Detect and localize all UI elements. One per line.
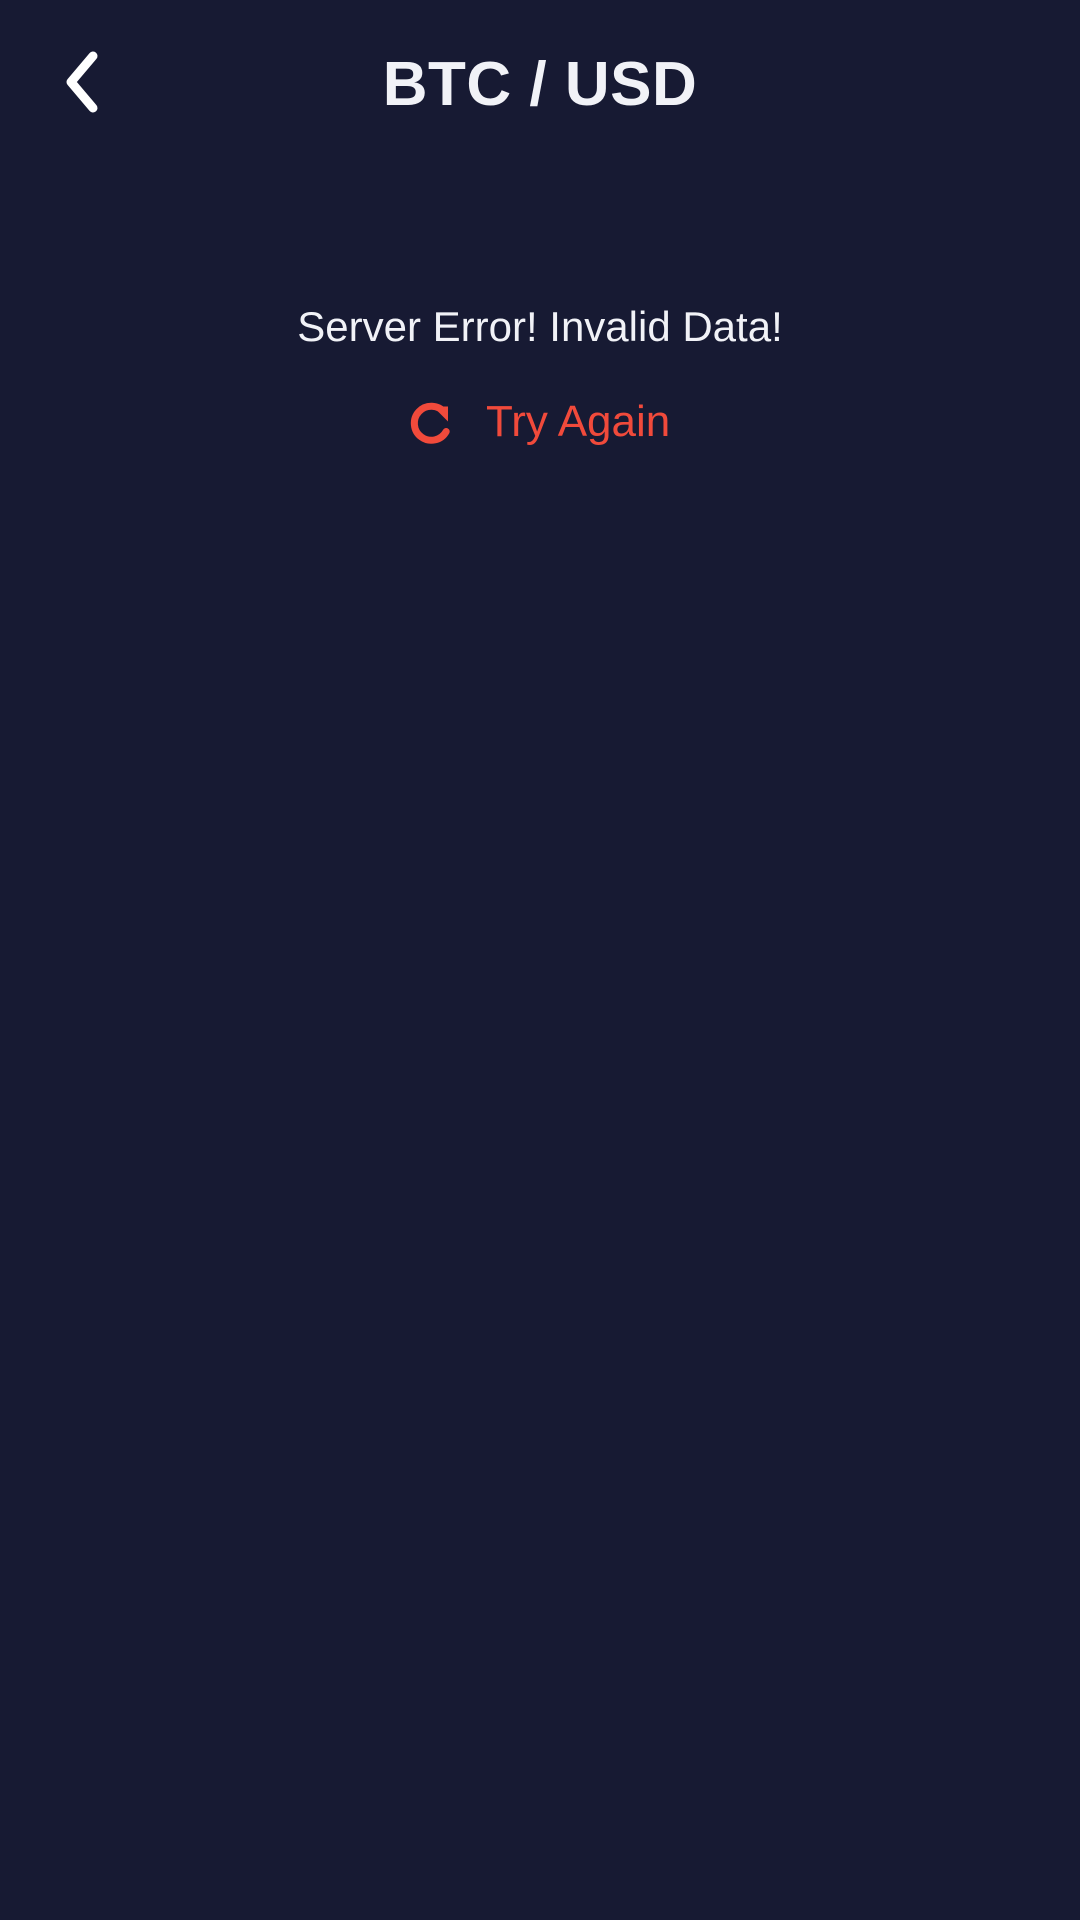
refresh-icon <box>402 394 458 450</box>
error-message: Server Error! Invalid Data! <box>297 303 783 350</box>
chevron-left-icon <box>59 50 107 119</box>
app-header: BTC / USD <box>0 0 1080 168</box>
error-screen: BTC / USD Server Error! Invalid Data! Tr… <box>0 0 1080 1920</box>
try-again-label: Try Again <box>486 397 671 446</box>
back-button[interactable] <box>38 32 128 136</box>
try-again-button[interactable]: Try Again <box>402 390 694 454</box>
error-state: Server Error! Invalid Data! Try Again <box>0 285 1080 475</box>
page-title: BTC / USD <box>382 50 698 119</box>
